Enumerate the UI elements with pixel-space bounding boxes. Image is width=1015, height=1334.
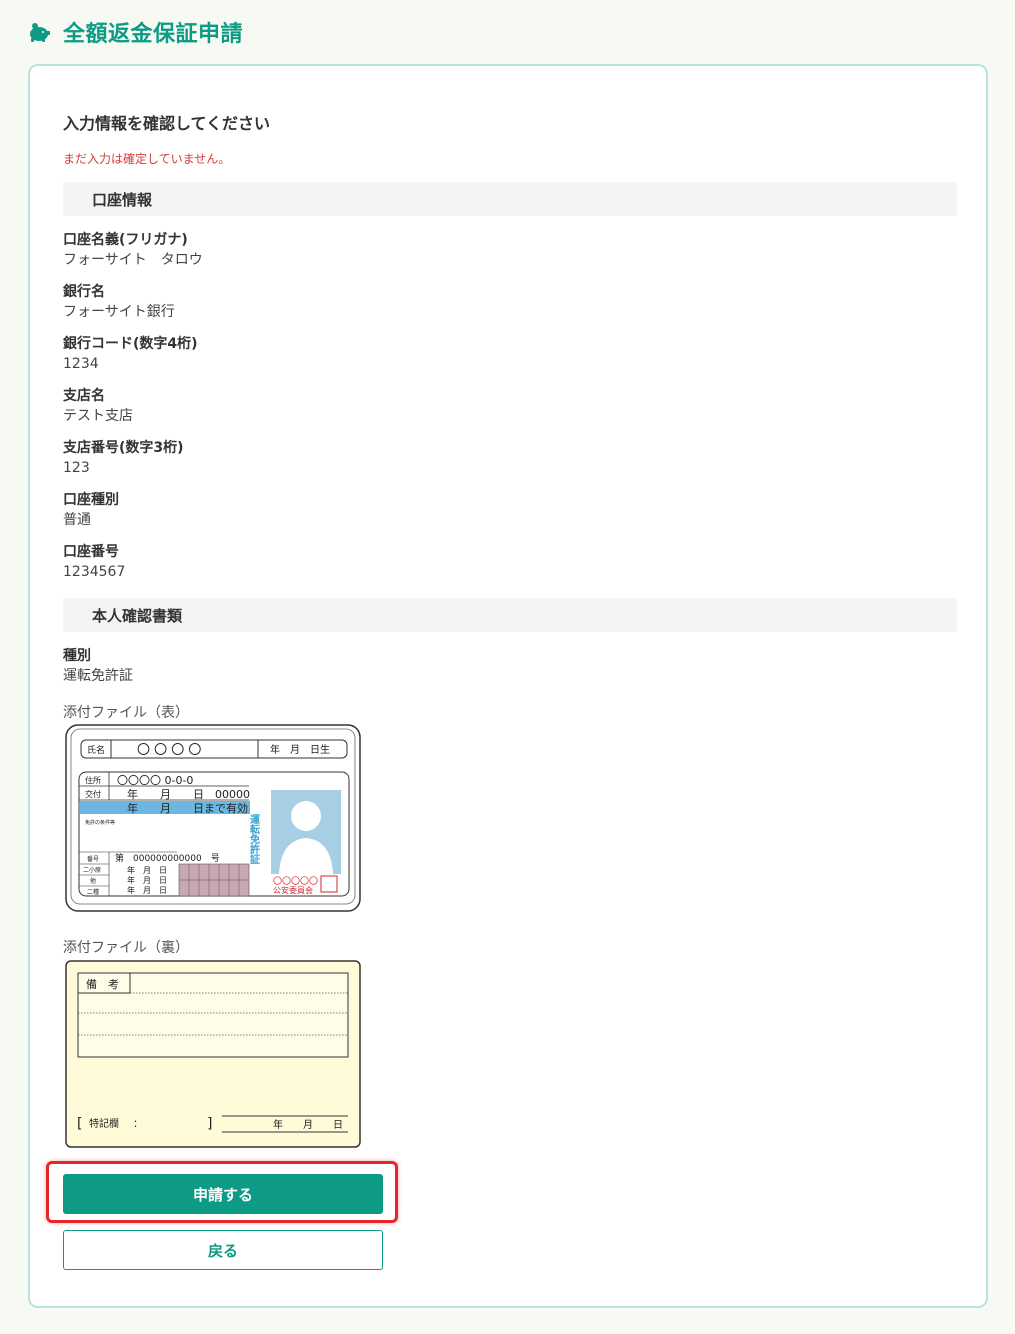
back-attachment-label: 添付ファイル（裏） xyxy=(63,940,189,956)
address-value: 〇〇〇〇 0-0-0 xyxy=(117,774,193,787)
unconfirmed-notice: まだ入力は確定していません。 xyxy=(63,152,231,166)
birth-label: 年 月 日生 xyxy=(270,743,330,756)
field-bank-name: 銀行名 フォーサイト銀行 xyxy=(63,282,175,322)
remarks-label: 備 考 xyxy=(86,978,119,991)
category-grid xyxy=(178,863,250,897)
class-label-2: 他 xyxy=(90,877,96,885)
field-label: 種別 xyxy=(63,648,91,664)
field-label: 銀行コード(数字4桁) xyxy=(63,336,198,352)
page-title: 全額返金保証申請 xyxy=(63,22,244,47)
field-label: 支店番号(数字3桁) xyxy=(63,440,184,456)
field-value: テスト支店 xyxy=(63,408,133,424)
license-vertical-title: 運転免許証 xyxy=(248,814,260,865)
section-account: 口座情報 xyxy=(63,182,957,216)
field-value: 1234 xyxy=(63,356,99,372)
issue-label: 交付 xyxy=(85,789,101,799)
submit-button[interactable]: 申請する xyxy=(63,1174,383,1214)
field-label: 銀行名 xyxy=(63,284,105,300)
conditions-label: 免許の条件等 xyxy=(85,819,115,826)
field-label: 口座種別 xyxy=(63,492,119,508)
section-identity: 本人確認書類 xyxy=(63,598,957,632)
field-account-type: 口座種別 普通 xyxy=(63,490,119,530)
field-id-type: 種別 運転免許証 xyxy=(63,646,133,686)
field-label: 口座番号 xyxy=(63,544,119,560)
number-label: 番号 xyxy=(87,856,99,863)
field-bank-code: 銀行コード(数字4桁) 1234 xyxy=(63,334,198,374)
issue-value: 年 月 日 00000 xyxy=(127,787,250,801)
field-label: 口座名義(フリガナ) xyxy=(63,232,188,248)
number-value: 第 000000000000 号 xyxy=(115,852,220,864)
field-label: 支店名 xyxy=(63,388,105,404)
license-back-image[interactable]: 備 考 [ 特記欄 ： ] 年 月 日 xyxy=(65,960,361,1148)
date-row-2: 年 月 日 xyxy=(127,875,167,885)
field-branch-name: 支店名 テスト支店 xyxy=(63,386,133,426)
field-value: フォーサイト銀行 xyxy=(63,304,175,320)
date-row-3: 年 月 日 xyxy=(127,885,167,895)
field-value: 普通 xyxy=(63,512,91,528)
svg-text:]: ] xyxy=(207,1116,212,1132)
authority-name: 公安委員会 xyxy=(273,885,313,895)
field-account-holder: 口座名義(フリガナ) フォーサイト タロウ xyxy=(63,230,203,270)
field-value: 1234567 xyxy=(63,564,126,580)
svg-text:[: [ xyxy=(77,1116,82,1132)
field-account-number: 口座番号 1234567 xyxy=(63,542,125,582)
class-label-1: 二小原 xyxy=(83,866,101,874)
valid-until: 年 月 日まで有効 xyxy=(127,801,248,815)
field-value: 123 xyxy=(63,460,90,476)
field-branch-number: 支店番号(数字3桁) 123 xyxy=(63,438,184,478)
name-value: 〇 〇 〇 〇 xyxy=(137,743,201,758)
page-header: 全額返金保証申請 xyxy=(27,16,243,48)
front-attachment-label: 添付ファイル（表） xyxy=(63,705,189,721)
confirm-heading: 入力情報を確認してください xyxy=(63,114,271,133)
piggy-bank-icon xyxy=(30,23,50,42)
name-label: 氏名 xyxy=(87,744,105,756)
back-date: 年 月 日 xyxy=(273,1118,343,1131)
date-row-1: 年 月 日 xyxy=(127,865,167,875)
special-notes-label: 特記欄 xyxy=(89,1117,119,1130)
address-label: 住所 xyxy=(85,775,101,785)
field-value: 運転免許証 xyxy=(63,668,133,684)
class-label-3: 二種 xyxy=(87,888,99,896)
confirm-card: 入力情報を確認してください まだ入力は確定していません。 口座情報 口座名義(フ… xyxy=(28,64,988,1308)
back-button[interactable]: 戻る xyxy=(63,1230,383,1270)
field-value: フォーサイト タロウ xyxy=(63,252,203,268)
license-front-image[interactable]: 氏名 〇 〇 〇 〇 年 月 日生 住所 〇〇〇〇 0-0-0 交付 年 月 日… xyxy=(65,724,361,912)
special-colon: ： xyxy=(133,1119,143,1130)
